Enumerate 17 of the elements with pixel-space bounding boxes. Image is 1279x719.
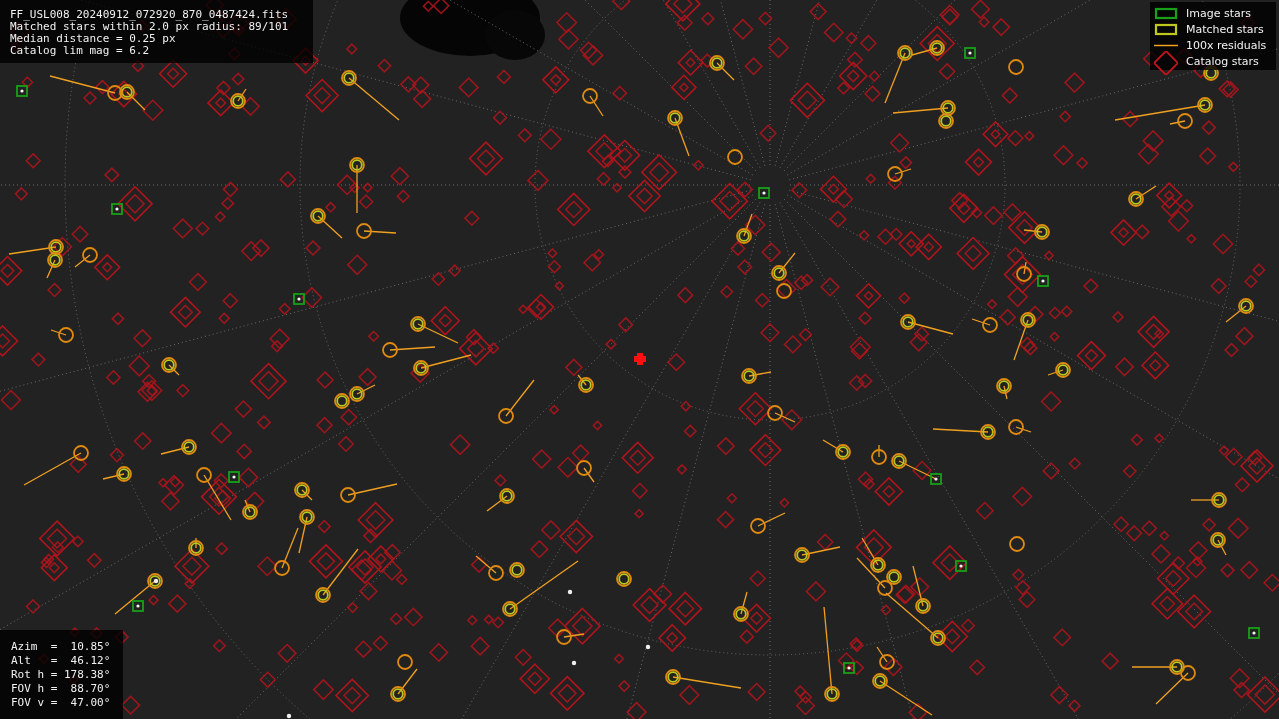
square-marker-icon (1154, 22, 1178, 36)
info-text: Catalog lim mag = 6.2 (10, 45, 151, 57)
legend-label: 100x residuals (1186, 38, 1267, 52)
info-text: Median distance = 0.25 px (10, 33, 177, 45)
legend-label: Catalog stars (1186, 54, 1259, 68)
pointing-text: Azim = 10.85° (11, 640, 112, 654)
center-cross-icon (634, 353, 646, 365)
legend-label: Matched stars (1186, 22, 1264, 36)
pointing-text: FOV v = 47.00° (11, 696, 112, 710)
diamond-marker-icon (1154, 51, 1178, 75)
pointing-text: Rot h = 178.38° (11, 668, 112, 682)
square-marker-icon (1154, 6, 1178, 20)
info-text: FF_USL008_20240912_072920_870_0487424.fits (10, 9, 290, 21)
pointing-text: FOV h = 88.70° (11, 682, 112, 696)
info-text: Matched stars within 2.0 px radius: 89/101 (10, 21, 290, 33)
legend-label: Image stars (1186, 6, 1251, 20)
pointing-text: Alt = 46.12° (11, 654, 112, 668)
